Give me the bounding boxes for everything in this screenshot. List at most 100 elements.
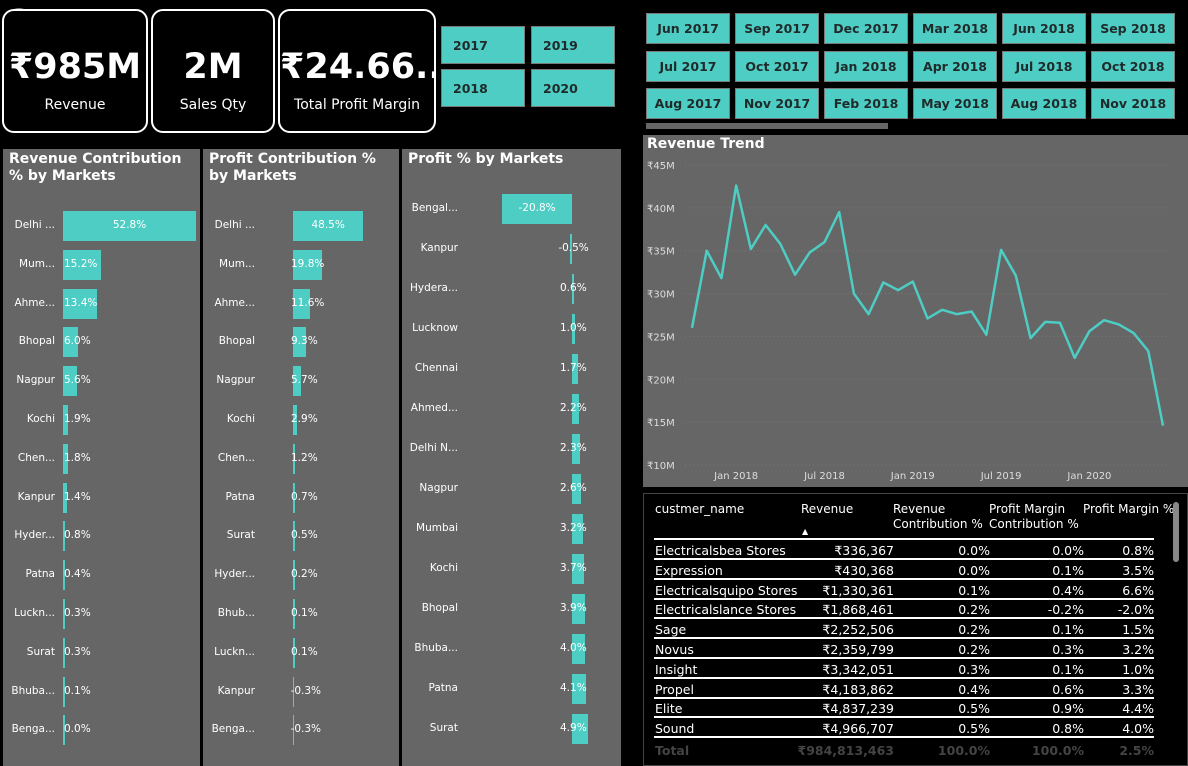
table-row[interactable]: Sound ₹4,966,707 0.5% 0.8% 4.0% — [654, 720, 1154, 739]
column-header[interactable]: Profit Margin Contribution % — [989, 502, 1081, 532]
month-button-oct-2017[interactable]: Oct 2017 — [735, 51, 819, 82]
table-row[interactable]: Expression ₹430,368 0.0% 0.1% 3.5% — [654, 562, 1154, 580]
bar-label: Nagpur — [419, 482, 458, 494]
month-slicer-scrollbar[interactable] — [646, 123, 888, 129]
x-tick-label: Jul 2019 — [980, 471, 1022, 482]
bar-label: Bengal... — [411, 202, 458, 214]
month-button-aug-2018[interactable]: Aug 2018 — [1002, 88, 1086, 119]
bar-label: Luckn... — [214, 645, 255, 658]
bar-value: 0.8% — [64, 529, 91, 542]
column-header[interactable]: Revenue — [801, 502, 881, 517]
bar-value: 0.6% — [560, 282, 587, 294]
y-tick-label: ₹30M — [647, 290, 675, 301]
month-button-may-2018[interactable]: May 2018 — [913, 88, 997, 119]
month-button-jun-2017[interactable]: Jun 2017 — [646, 13, 730, 44]
column-header[interactable]: Revenue Contribution % — [893, 502, 985, 532]
bar-value: 4.1% — [560, 682, 587, 694]
bar-value: 0.1% — [64, 684, 91, 697]
month-button-jan-2018[interactable]: Jan 2018 — [824, 51, 908, 82]
month-button-oct-2018[interactable]: Oct 2018 — [1091, 51, 1175, 82]
table-cell: 0.4% — [1052, 582, 1084, 598]
bar-label: Bhuba... — [11, 684, 55, 697]
kpi-value: ₹985M — [8, 47, 142, 87]
table-cell: 0.2% — [958, 622, 990, 638]
table-cell: ₹2,359,799 — [822, 642, 894, 657]
chart-title: Revenue Contribution % by Markets — [9, 151, 182, 184]
bar-label: Kochi — [226, 413, 255, 425]
table-row[interactable]: Novus ₹2,359,799 0.2% 0.3% 3.2% — [654, 641, 1154, 659]
table-cell: 0.6% — [1052, 681, 1084, 697]
table-cell: -2.0% — [1117, 602, 1154, 618]
bar-value: 2.9% — [291, 413, 318, 425]
month-button-jul-2017[interactable]: Jul 2017 — [646, 51, 730, 82]
table-row[interactable]: Propel ₹4,183,862 0.4% 0.6% 3.3% — [654, 681, 1154, 699]
table-cell: ₹4,837,239 — [822, 701, 894, 717]
bar-label: Mum... — [19, 257, 55, 270]
year-button-2018[interactable]: 2018 — [441, 69, 525, 107]
year-button-2019[interactable]: 2019 — [531, 26, 615, 64]
table-row[interactable]: Electricalsbea Stores ₹336,367 0.0% 0.0% 0.8… — [654, 542, 1154, 560]
month-button-apr-2018[interactable]: Apr 2018 — [913, 51, 997, 82]
bar-value: 0.2% — [291, 568, 318, 581]
bar-value: 19.8% — [291, 257, 325, 270]
bar-value: -0.5% — [558, 242, 589, 254]
month-button-jul-2018[interactable]: Jul 2018 — [1002, 51, 1086, 82]
table-scrollbar[interactable] — [1173, 502, 1179, 562]
bar-label: Chen... — [17, 451, 55, 464]
month-button-jun-2018[interactable]: Jun 2018 — [1002, 13, 1086, 44]
month-button-mar-2018[interactable]: Mar 2018 — [913, 13, 997, 44]
table-total-cell: Total — [655, 743, 690, 758]
sort-ascending-icon: ▲ — [802, 527, 809, 536]
table-row[interactable]: Insight ₹3,342,051 0.3% 0.1% 1.0% — [654, 661, 1154, 679]
bar-label: Kanpur — [217, 684, 255, 697]
bar-value: -0.3% — [290, 723, 322, 736]
bar-label: Hyder... — [214, 568, 255, 581]
bar-value: 0.3% — [64, 645, 91, 658]
profit-pct-chart: Profit % by Markets Bengal... -20.8% Kanpu… — [402, 149, 621, 766]
bar-label: Kochi — [429, 562, 458, 574]
table-row[interactable]: Electricalsquipo Stores ₹1,330,361 0.1% 0.4… — [654, 582, 1154, 600]
bar-label: Surat — [226, 529, 255, 542]
bar-label: Patna — [25, 568, 55, 581]
table-cell: ₹4,183,862 — [822, 681, 894, 697]
y-tick-label: ₹15M — [647, 418, 675, 429]
y-tick-label: ₹25M — [647, 332, 675, 343]
month-button-sep-2018[interactable]: Sep 2018 — [1091, 13, 1175, 44]
month-button-sep-2017[interactable]: Sep 2017 — [735, 13, 819, 44]
year-button-2020[interactable]: 2020 — [531, 69, 615, 107]
table-total-cell: 2.5% — [1119, 743, 1154, 758]
kpi-label: Sales Qty — [179, 97, 247, 113]
table-cell: Electricalsbea Stores — [655, 543, 786, 558]
bar-value: 0.7% — [291, 490, 318, 503]
month-button-aug-2017[interactable]: Aug 2017 — [646, 88, 730, 119]
table-cell: 0.3% — [1052, 642, 1084, 657]
bar-label: Ahme... — [214, 296, 255, 309]
table-cell: 4.0% — [1122, 721, 1154, 737]
bar-label: Delhi N... — [409, 442, 458, 454]
table-row[interactable]: Sage ₹2,252,506 0.2% 0.1% 1.5% — [654, 621, 1154, 640]
table-cell: 6.6% — [1122, 582, 1154, 598]
bar-value: 0.1% — [291, 607, 318, 619]
table-cell: 3.5% — [1122, 562, 1154, 578]
month-button-feb-2018[interactable]: Feb 2018 — [824, 88, 908, 119]
table-cell: 3.2% — [1122, 642, 1154, 657]
table-cell: Elite — [655, 701, 683, 717]
table-cell: 0.1% — [1052, 622, 1084, 638]
year-button-2017[interactable]: 2017 — [441, 26, 525, 64]
month-button-nov-2018[interactable]: Nov 2018 — [1091, 88, 1175, 119]
bar-value: 48.5% — [311, 219, 345, 231]
bar-value: 3.9% — [560, 602, 587, 614]
revenue-line — [690, 184, 1165, 426]
column-header[interactable]: custmer_name — [655, 502, 785, 517]
month-button-dec-2017[interactable]: Dec 2017 — [824, 13, 908, 44]
kpi-value: ₹24.66... — [280, 47, 434, 87]
bar-label: Benga... — [211, 723, 255, 736]
month-button-nov-2017[interactable]: Nov 2017 — [735, 88, 819, 119]
table-cell: 0.9% — [1052, 701, 1084, 717]
table-row[interactable]: Elite ₹4,837,239 0.5% 0.9% 4.4% — [654, 700, 1154, 719]
table-cell: 0.0% — [1052, 543, 1084, 558]
table-row[interactable]: Electricalslance Stores ₹1,868,461 0.2% -0.… — [654, 601, 1154, 620]
column-header[interactable]: Profit Margin % — [1083, 502, 1175, 517]
bar-value: 1.7% — [560, 362, 587, 374]
kpi-card-sales-qty: 2M Sales Qty — [151, 9, 275, 133]
